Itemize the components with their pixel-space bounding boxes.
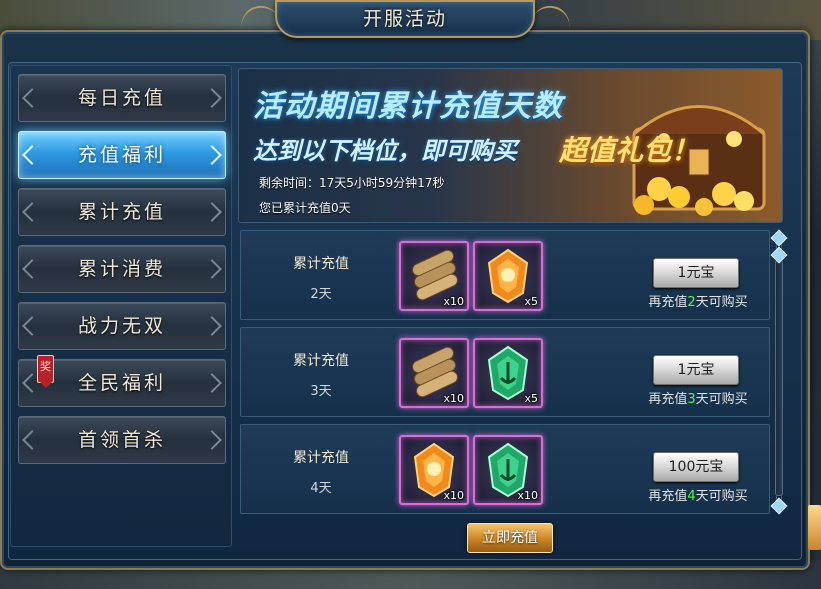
buy-button[interactable]: 1元宝 (653, 355, 739, 385)
event-banner: 活动期间累计充值天数 达到以下档位，即可购买 超值礼包！ 剩余时间：17天5小时… (238, 68, 783, 223)
requirement-days: 4天 (310, 481, 332, 496)
requirement-hint-prefix: 再充值 (648, 392, 688, 407)
requirement-hint-suffix: 天可购买 (695, 489, 748, 504)
tab-unmatched-power[interactable]: 战力无双 (18, 302, 226, 350)
requirement-label: 累计充值 (293, 450, 349, 466)
requirement-hint-suffix: 天可购买 (695, 392, 748, 407)
tab-label: 每日充值 (77, 87, 166, 109)
window-title: 开服活动 (362, 8, 447, 30)
banner-subtitle: 达到以下档位，即可购买 (253, 137, 517, 165)
banner-title: 活动期间累计充值天数 (253, 89, 563, 124)
requirement-hint-prefix: 再充值 (648, 295, 688, 310)
reward-item-slot[interactable]: x5 (473, 241, 543, 311)
item-quantity: x5 (524, 392, 538, 405)
requirement-hint-prefix: 再充值 (648, 489, 688, 504)
reward-badge: 奖 (37, 355, 54, 388)
tab-label: 战力无双 (77, 315, 166, 337)
reward-item-slot[interactable]: x10 (399, 338, 469, 408)
tab-recharge-welfare[interactable]: 充值福利 (18, 131, 226, 179)
item-quantity: x10 (517, 489, 538, 502)
requirement-hint: 再充值2天可购买 (638, 291, 758, 310)
requirement-hint-number: 2 (687, 295, 696, 310)
banner-highlight: 超值礼包！ (559, 134, 700, 167)
reward-item-slot[interactable]: x10 (473, 435, 543, 505)
remaining-time: 剩余时间：17天5小时59分钟17秒 (259, 176, 445, 190)
recharge-now-button[interactable]: 立即充值 (467, 523, 553, 553)
item-quantity: x5 (524, 295, 538, 308)
item-quantity: x10 (443, 489, 464, 502)
tab-label: 累计充值 (77, 201, 166, 223)
requirement-hint-number: 3 (687, 392, 696, 407)
buy-button[interactable]: 1元宝 (653, 258, 739, 288)
requirement-hint-number: 4 (687, 489, 696, 504)
requirement-label: 累计充值 (293, 256, 349, 272)
accumulated-days: 您已累计充值0天 (259, 201, 351, 215)
requirement-days: 3天 (310, 384, 332, 399)
reward-item-slot[interactable]: x10 (399, 435, 469, 505)
scrollbar-thumb[interactable] (775, 260, 783, 496)
reward-tier-row: 累计充值 2天 x10 x5 1元宝 再充值2天可购买 (240, 230, 770, 320)
tab-label: 累计消费 (77, 258, 166, 280)
reward-tier-row: 累计充值 4天 x10 x10 100元宝 再充值4天可购买 (240, 424, 770, 514)
reward-item-slot[interactable]: x10 (399, 241, 469, 311)
requirement-days: 2天 (310, 287, 332, 302)
requirement-hint: 再充值4天可购买 (638, 485, 758, 504)
requirement-hint: 再充值3天可购买 (638, 388, 758, 407)
reward-item-slot[interactable]: x5 (473, 338, 543, 408)
item-quantity: x10 (443, 295, 464, 308)
requirement-hint-suffix: 天可购买 (695, 295, 748, 310)
tab-daily-recharge[interactable]: 每日充值 (18, 74, 226, 122)
tab-label: 首领首杀 (77, 429, 166, 451)
item-quantity: x10 (443, 392, 464, 405)
tab-cumulative-recharge[interactable]: 累计充值 (18, 188, 226, 236)
buy-button[interactable]: 100元宝 (653, 452, 739, 482)
tab-cumulative-spend[interactable]: 累计消费 (18, 245, 226, 293)
reward-tier-row: 累计充值 3天 x10 x5 1元宝 再充值3天可购买 (240, 327, 770, 417)
tab-label: 充值福利 (77, 144, 166, 166)
requirement-label: 累计充值 (293, 353, 349, 369)
tab-boss-first-kill[interactable]: 首领首杀 (18, 416, 226, 464)
side-panel-edge (808, 505, 821, 550)
window-title-plate: 开服活动 (275, 0, 535, 38)
